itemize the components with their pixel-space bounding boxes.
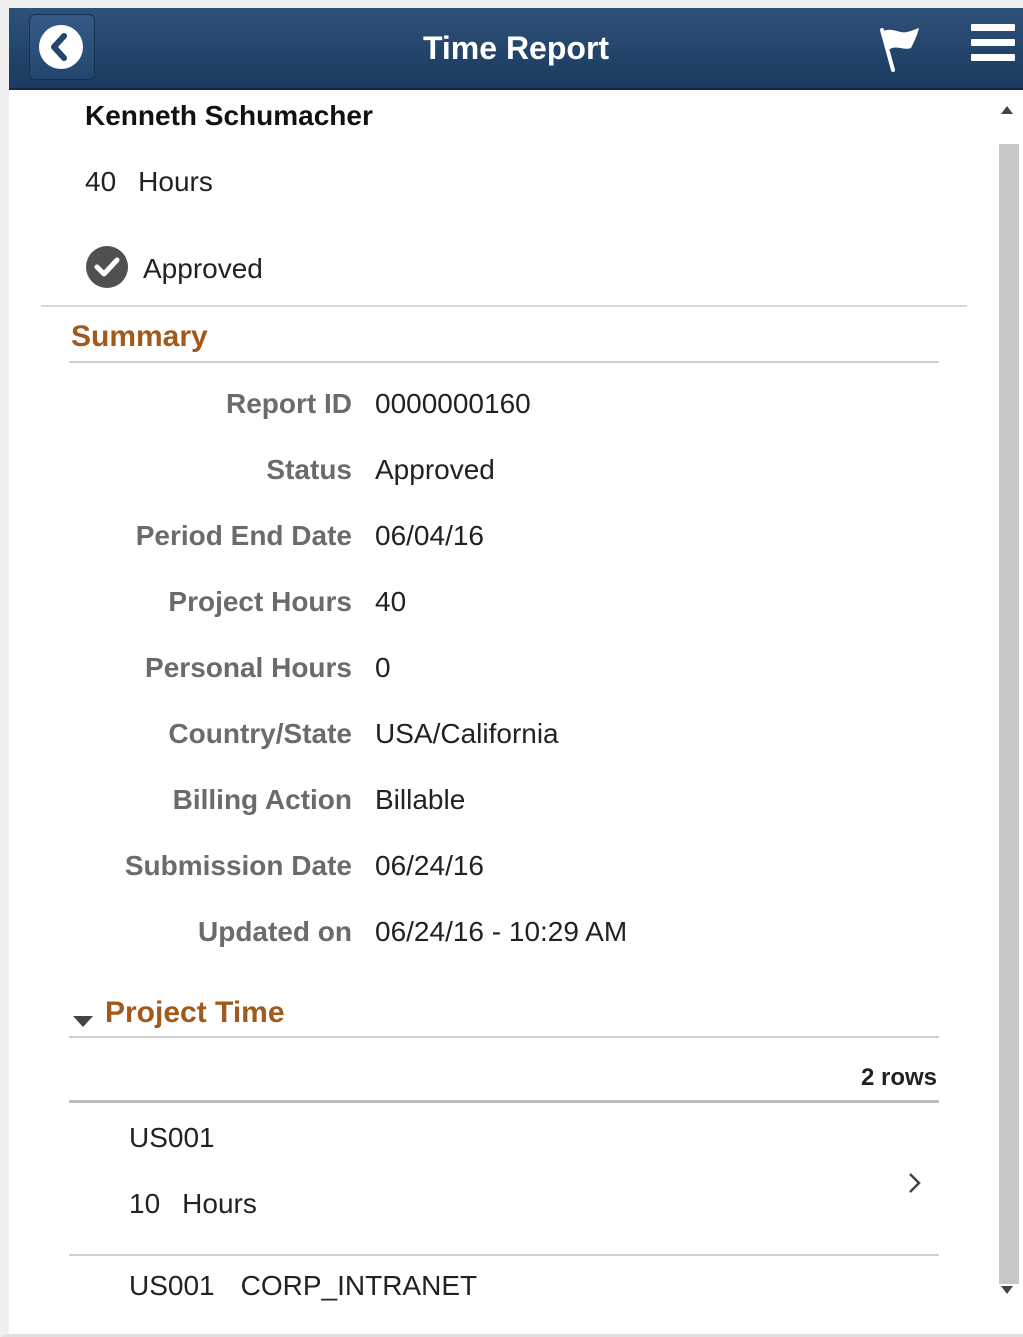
status-text: Approved: [143, 253, 263, 284]
field-value-submission-date: 06/24/16: [375, 850, 484, 881]
field-value-report-id: 0000000160: [375, 388, 531, 419]
rows-count: 2 rows: [860, 1064, 937, 1091]
scrollbar-thumb[interactable]: [999, 144, 1019, 1284]
total-hours-value: 40: [85, 166, 117, 197]
flag-icon[interactable]: [873, 24, 923, 74]
report-content: Kenneth Schumacher 40 Hours Approved Summ…: [9, 92, 993, 1334]
project-id: US001 CORP_INTRANET: [129, 1270, 477, 1302]
collapse-triangle-icon[interactable]: [73, 1016, 93, 1027]
vertical-scrollbar[interactable]: [995, 92, 1021, 1307]
field-label-country-state: Country/State: [168, 718, 352, 749]
project-name: CORP_INTRANET: [240, 1270, 478, 1301]
field-value-project-hours: 40: [375, 586, 407, 617]
field-label-project-hours: Project Hours: [168, 586, 352, 617]
field-value-period-end-date: 06/04/16: [375, 520, 484, 551]
field-value-status: Approved: [375, 454, 495, 485]
project-hours-value: 10: [129, 1188, 161, 1219]
project-hours-unit: Hours: [182, 1188, 257, 1219]
field-label-submission-date: Submission Date: [124, 850, 352, 881]
divider: [69, 1254, 939, 1256]
field-value-updated-on: 06/24/16 - 10:29 AM: [375, 916, 628, 947]
chevron-right-icon[interactable]: [905, 1170, 925, 1196]
top-banner: Time Report: [9, 8, 1023, 90]
project-id: US001: [129, 1122, 215, 1153]
hamburger-menu-icon[interactable]: [971, 24, 1015, 70]
field-label-report-id: Report ID: [226, 388, 352, 419]
field-label-status: Status: [266, 454, 352, 485]
project-time-heading[interactable]: Project Time: [105, 996, 285, 1030]
divider: [69, 1100, 939, 1103]
summary-heading: Summary: [71, 320, 208, 353]
field-value-billing-action: Billable: [375, 784, 466, 815]
divider: [69, 361, 939, 363]
scroll-up-arrow-icon[interactable]: [1001, 106, 1013, 114]
page-title: Time Report: [422, 30, 610, 66]
total-hours-unit: Hours: [138, 166, 213, 197]
employee-name: Kenneth Schumacher: [85, 100, 373, 131]
field-label-period-end-date: Period End Date: [135, 520, 352, 551]
check-circle-icon: [86, 246, 128, 288]
field-label-personal-hours: Personal Hours: [145, 652, 352, 683]
project-hours: 10 Hours: [129, 1188, 257, 1220]
scroll-down-arrow-icon[interactable]: [1001, 1286, 1013, 1294]
field-label-updated-on: Updated on: [198, 916, 352, 947]
total-hours: 40 Hours: [85, 166, 213, 198]
field-label-billing-action: Billing Action: [172, 784, 352, 815]
project-id-value: US001: [129, 1270, 215, 1301]
divider: [41, 305, 967, 307]
field-value-personal-hours: 0: [375, 652, 391, 683]
divider: [69, 1036, 939, 1038]
field-value-country-state: USA/California: [375, 718, 559, 749]
